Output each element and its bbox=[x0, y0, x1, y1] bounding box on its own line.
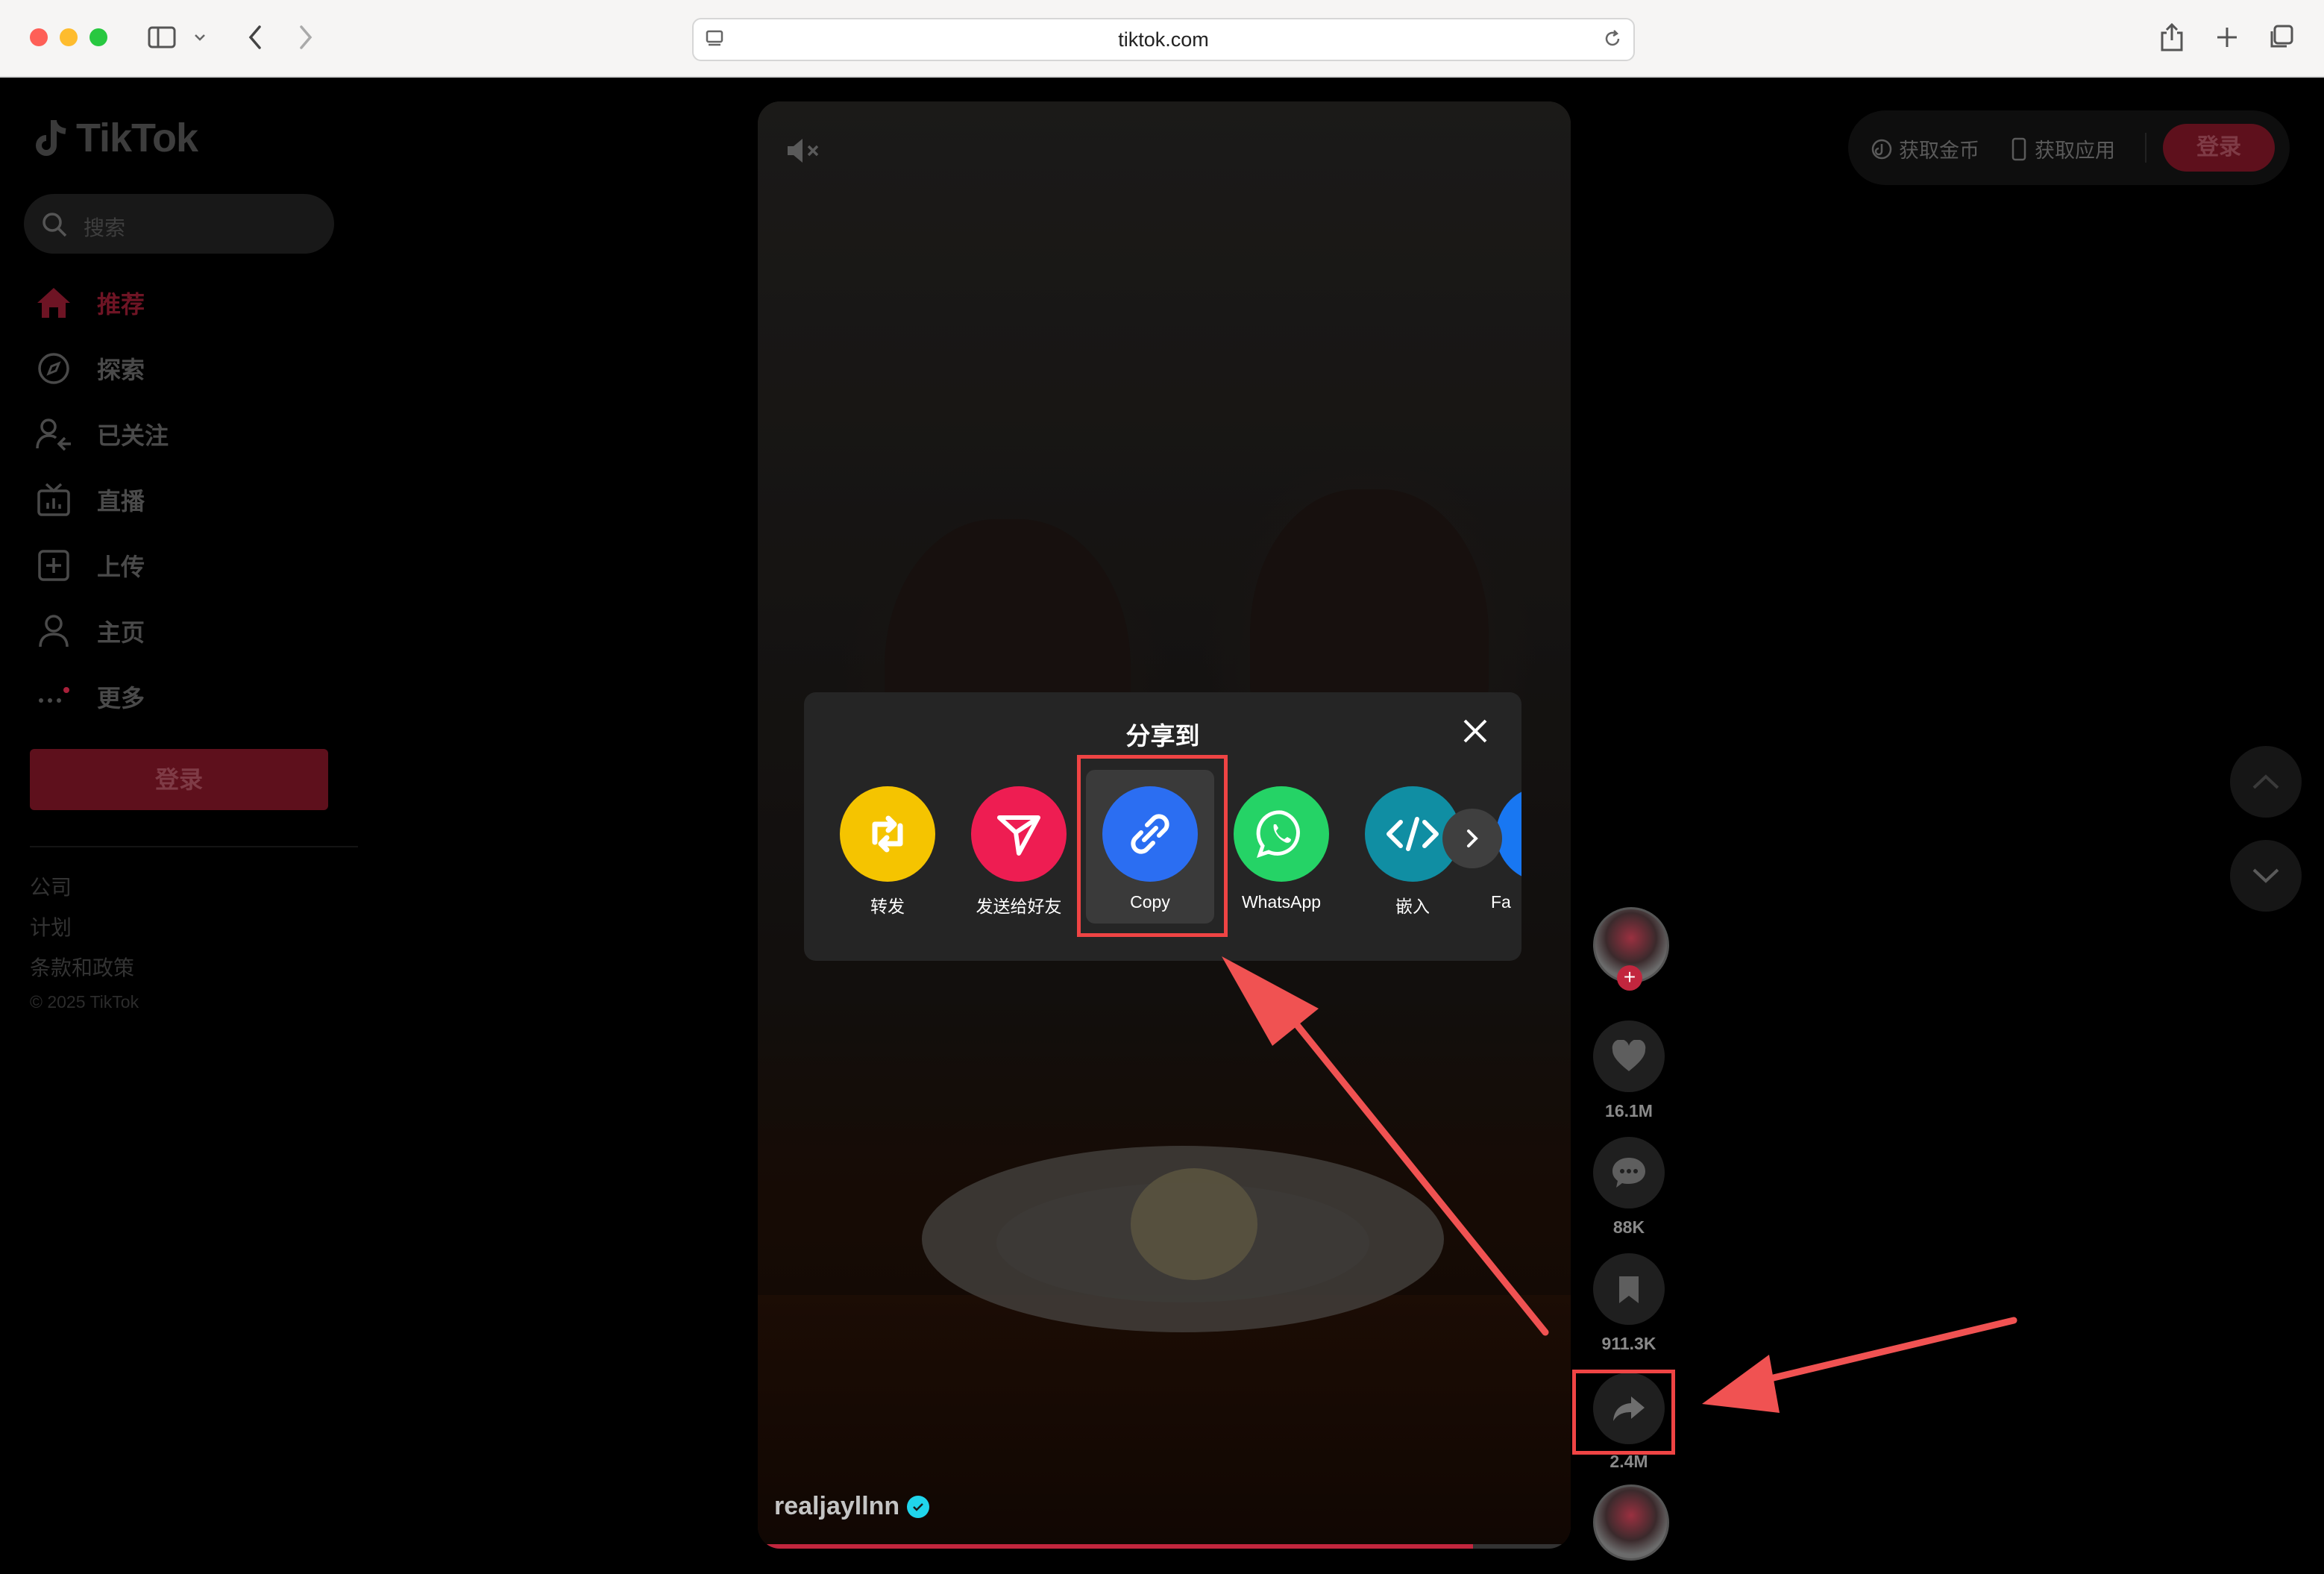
browser-toolbar: tiktok.com bbox=[0, 0, 2324, 78]
whatsapp-icon bbox=[1234, 786, 1329, 882]
search-input[interactable]: 搜索 bbox=[24, 194, 334, 254]
nav-label: 主页 bbox=[97, 619, 145, 646]
bookmark-button[interactable] bbox=[1593, 1253, 1665, 1325]
close-window-button[interactable] bbox=[30, 28, 48, 46]
profile-icon bbox=[33, 610, 75, 652]
more-dots-icon bbox=[33, 676, 75, 718]
nav-label: 直播 bbox=[97, 488, 145, 515]
address-bar[interactable]: tiktok.com bbox=[692, 18, 1635, 61]
bookmark-count: 911.3K bbox=[1601, 1334, 1656, 1353]
share-modal-title: 分享到 bbox=[1125, 722, 1200, 750]
nav-label: 上传 bbox=[97, 554, 145, 580]
creator-username: realjayllnn bbox=[774, 1492, 900, 1520]
share-send-to-friend[interactable]: 发送给好友 bbox=[963, 786, 1075, 918]
nav-label: 推荐 bbox=[97, 291, 145, 318]
upload-icon bbox=[33, 545, 75, 586]
following-icon bbox=[33, 413, 75, 455]
nav-item-following[interactable]: 已关注 bbox=[33, 412, 169, 457]
next-video-button[interactable] bbox=[2230, 840, 2302, 912]
share-whatsapp[interactable]: WhatsApp bbox=[1225, 786, 1337, 912]
zoom-window-button[interactable] bbox=[89, 28, 107, 46]
comment-count: 88K bbox=[1612, 1217, 1645, 1237]
back-icon[interactable] bbox=[240, 21, 270, 54]
minimize-window-button[interactable] bbox=[60, 28, 78, 46]
bookmark-icon bbox=[1619, 1276, 1639, 1303]
share-label: 转发 bbox=[870, 897, 905, 916]
follow-plus-icon[interactable]: + bbox=[1617, 965, 1642, 991]
share-more-button[interactable] bbox=[1442, 809, 1502, 868]
music-disc-avatar[interactable] bbox=[1593, 1484, 1669, 1561]
heart-icon bbox=[1612, 1040, 1646, 1071]
tiktok-logo-icon bbox=[36, 120, 66, 156]
search-placeholder: 搜索 bbox=[84, 216, 126, 239]
share-label: 嵌入 bbox=[1395, 897, 1430, 916]
reload-icon[interactable] bbox=[1602, 28, 1623, 53]
nav-item-recommended[interactable]: 推荐 bbox=[33, 280, 145, 325]
share-label: Fa bbox=[1491, 892, 1511, 912]
nav-item-upload[interactable]: 上传 bbox=[33, 543, 145, 588]
top-actions-divider bbox=[2145, 133, 2146, 163]
forward-icon[interactable] bbox=[291, 21, 321, 54]
footer-link-terms[interactable]: 条款和政策 bbox=[30, 952, 134, 982]
share-label: WhatsApp bbox=[1241, 892, 1322, 912]
creator-name[interactable]: realjayllnn bbox=[774, 1492, 930, 1521]
get-coins-label: 获取金币 bbox=[1899, 139, 1979, 162]
footer-link-program[interactable]: 计划 bbox=[30, 912, 72, 941]
search-icon bbox=[43, 213, 67, 237]
new-tab-icon[interactable] bbox=[2211, 21, 2243, 54]
url-text: tiktok.com bbox=[1118, 28, 1209, 51]
footer-link-company[interactable]: 公司 bbox=[30, 871, 72, 901]
share-icon[interactable] bbox=[2155, 21, 2188, 54]
share-count: 2.4M bbox=[1609, 1452, 1648, 1471]
share-highlight-box bbox=[1572, 1370, 1675, 1455]
phone-icon bbox=[2011, 137, 2026, 160]
get-coins-button[interactable]: 获取金币 bbox=[1871, 134, 1979, 163]
top-login-button[interactable]: 登录 bbox=[2163, 124, 2275, 172]
mute-icon[interactable] bbox=[785, 136, 823, 169]
tiktok-logo[interactable]: TikTok bbox=[34, 115, 198, 161]
copyright-text: © 2025 TikTok bbox=[30, 992, 139, 1012]
share-label: 发送给好友 bbox=[976, 897, 1062, 916]
send-icon bbox=[971, 786, 1067, 882]
coin-icon bbox=[1871, 139, 1892, 159]
chevron-up-icon bbox=[2252, 774, 2279, 789]
sidebar-toggle-icon[interactable] bbox=[143, 21, 180, 54]
close-icon[interactable] bbox=[1459, 715, 1492, 747]
comment-button[interactable] bbox=[1593, 1137, 1665, 1208]
get-app-button[interactable]: 获取应用 bbox=[2011, 134, 2115, 163]
home-icon bbox=[33, 282, 75, 324]
tabs-overview-icon[interactable] bbox=[2264, 21, 2297, 54]
nav-item-more[interactable]: 更多 bbox=[33, 674, 145, 719]
verified-badge-icon bbox=[907, 1495, 930, 1518]
video-progress-bar[interactable] bbox=[758, 1544, 1571, 1549]
live-tv-icon bbox=[33, 479, 75, 521]
comment-icon bbox=[1612, 1158, 1645, 1188]
previous-video-button[interactable] bbox=[2230, 746, 2302, 818]
get-app-label: 获取应用 bbox=[2035, 139, 2115, 162]
nav-item-explore[interactable]: 探索 bbox=[33, 346, 145, 391]
chevron-down-icon[interactable] bbox=[191, 21, 209, 54]
nav-item-live[interactable]: 直播 bbox=[33, 477, 145, 522]
nav-item-profile[interactable]: 主页 bbox=[33, 609, 145, 653]
sidebar: TikTok 搜索 推荐 探索 已关注 直播 上传 主页 更多 登录 公司 计划… bbox=[0, 78, 358, 1574]
top-actions: 获取金币 获取应用 登录 bbox=[1848, 110, 2290, 185]
repost-icon bbox=[840, 786, 935, 882]
share-repost[interactable]: 转发 bbox=[832, 786, 943, 918]
sidebar-login-button[interactable]: 登录 bbox=[30, 749, 328, 810]
logo-text: TikTok bbox=[76, 116, 198, 160]
chevron-down-icon bbox=[2252, 868, 2279, 883]
chevron-right-icon bbox=[1467, 830, 1478, 847]
compass-icon bbox=[33, 348, 75, 389]
sidebar-divider bbox=[30, 846, 358, 847]
copy-highlight-box bbox=[1077, 755, 1228, 937]
nav-label: 探索 bbox=[97, 357, 145, 383]
nav-label: 已关注 bbox=[97, 422, 169, 449]
like-count: 16.1M bbox=[1605, 1101, 1653, 1120]
like-button[interactable] bbox=[1593, 1020, 1665, 1092]
nav-label: 更多 bbox=[97, 685, 145, 712]
video-progress-fill bbox=[758, 1544, 1474, 1549]
